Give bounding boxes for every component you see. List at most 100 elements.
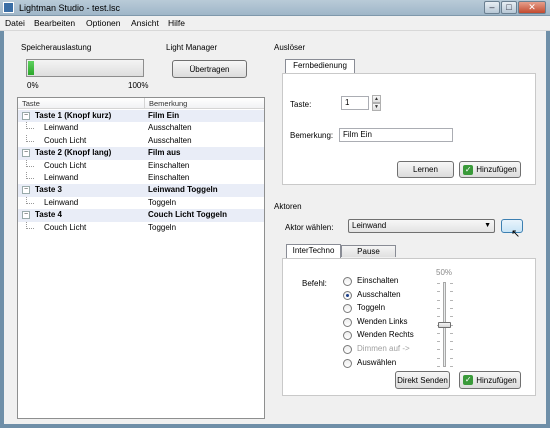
radio-label: Wenden Rechts	[357, 330, 414, 340]
menu-optionen[interactable]: Optionen	[86, 18, 121, 28]
list-group-row[interactable]: − Taste 3 Leinwand Toggeln	[18, 184, 264, 197]
collapse-icon[interactable]: −	[22, 149, 30, 158]
column-bemerkung[interactable]: Bemerkung	[149, 99, 187, 108]
collapse-icon[interactable]: −	[22, 186, 30, 195]
column-taste[interactable]: Taste	[22, 99, 40, 108]
column-separator[interactable]	[144, 98, 145, 109]
spin-down-icon[interactable]: ▼	[372, 103, 381, 111]
row-bemerkung-cell: Ausschalten	[148, 135, 192, 145]
row-taste-cell: Taste 1 (Knopf kurz)	[35, 111, 112, 120]
key-list[interactable]: Taste Bemerkung − Taste 1 (Knopf kurz) Fil…	[17, 97, 265, 419]
ausloeser-caption: Auslöser	[274, 43, 306, 52]
radio-label: Dimmen auf ->	[357, 344, 410, 353]
slider-tick	[450, 341, 453, 343]
list-group-row[interactable]: − Taste 1 (Knopf kurz) Film Ein	[18, 110, 264, 123]
tree-elbow	[26, 128, 34, 130]
progress-min-label: 0%	[27, 81, 39, 90]
bemerkung-label: Bemerkung:	[290, 131, 334, 140]
ausloeser-hinzufuegen-button[interactable]: ✓ Hinzufügen	[459, 161, 521, 178]
list-item[interactable]: Couch Licht Einschalten	[18, 159, 264, 172]
row-taste-cell: Taste 3	[35, 185, 62, 195]
tab-fernbedienung[interactable]: Fernbedienung	[285, 59, 355, 73]
uebertragen-button[interactable]: Übertragen	[172, 60, 247, 78]
slider-tick	[450, 349, 453, 351]
radio-label: Ausschalten	[357, 289, 401, 299]
row-bemerkung-cell: Einschalten	[148, 173, 190, 182]
minimize-button[interactable]: –	[484, 1, 500, 14]
tab-intertechno[interactable]: InterTechno	[286, 244, 341, 258]
list-group-row[interactable]: − Taste 4 Couch Licht Toggeln	[18, 209, 264, 222]
direkt-senden-label: Direkt Senden	[397, 375, 448, 385]
slider-tick	[450, 291, 453, 293]
slider-tick	[437, 291, 440, 293]
slider-value-label: 50%	[436, 268, 453, 277]
row-bemerkung-cell: Ausschalten	[148, 123, 192, 133]
collapse-icon[interactable]: −	[22, 211, 30, 220]
slider-tick	[450, 316, 453, 318]
slider-tick	[437, 349, 440, 351]
checkmark-icon: ✓	[463, 375, 474, 385]
list-item[interactable]: Leinwand Toggeln	[18, 196, 264, 209]
aktor-select[interactable]: Leinwand ▼	[348, 219, 495, 233]
row-taste-cell: Couch Licht	[44, 160, 87, 170]
list-item[interactable]: Leinwand Einschalten	[18, 172, 264, 184]
row-taste-cell: Leinwand	[44, 197, 79, 207]
row-bemerkung-cell: Toggeln	[148, 222, 177, 232]
menu-datei[interactable]: Datei	[5, 18, 25, 28]
list-group-row[interactable]: − Taste 2 (Knopf lang) Film aus	[18, 147, 264, 160]
direkt-senden-button[interactable]: Direkt Senden	[395, 371, 450, 389]
row-taste-cell: Leinwand	[44, 123, 79, 133]
menu-ansicht[interactable]: Ansicht	[131, 18, 159, 28]
list-item[interactable]: Leinwand Ausschalten	[18, 122, 264, 134]
tree-elbow	[26, 202, 34, 204]
aktoren-hinzufuegen-button[interactable]: ✓ Hinzufügen	[459, 371, 521, 389]
radio-button[interactable]	[343, 277, 352, 286]
radio-button[interactable]	[343, 290, 352, 300]
befehl-label: Befehl:	[302, 279, 327, 288]
radio-button[interactable]	[343, 358, 352, 368]
close-button[interactable]: ✕	[518, 1, 546, 14]
row-bemerkung-cell: Film Ein	[148, 111, 180, 120]
slider-tick	[450, 357, 453, 359]
list-header: Taste Bemerkung	[18, 98, 264, 109]
slider-tick	[437, 307, 440, 309]
row-taste-cell: Couch Licht	[44, 135, 87, 145]
list-item[interactable]: Couch Licht Toggeln	[18, 221, 264, 234]
row-taste-cell: Taste 2 (Knopf lang)	[35, 148, 112, 158]
aktoren-hinzufuegen-label: Hinzufügen	[476, 375, 517, 385]
speicher-caption: Speicherauslastung	[21, 43, 92, 52]
dimmer-slider-thumb[interactable]	[438, 321, 451, 328]
menu-bar: Datei Bearbeiten Optionen Ansicht Hilfe	[0, 16, 550, 31]
collapse-icon[interactable]: −	[22, 112, 30, 120]
taste-input[interactable]: 1	[341, 96, 369, 110]
ausloeser-hinzufuegen-label: Hinzufügen	[476, 165, 517, 174]
menu-bearbeiten[interactable]: Bearbeiten	[34, 18, 75, 28]
lernen-button[interactable]: Lernen	[397, 161, 454, 178]
window-title: Lightman Studio - test.lsc	[19, 3, 121, 13]
title-bar[interactable]: Lightman Studio - test.lsc – □ ✕	[0, 0, 550, 16]
aktoren-caption: Aktoren	[274, 202, 302, 211]
row-taste-cell: Leinwand	[44, 173, 79, 182]
radio-button	[343, 345, 352, 354]
radio-button[interactable]	[343, 317, 352, 327]
progress-max-label: 100%	[128, 81, 149, 90]
row-taste-cell: Taste 4	[35, 210, 62, 220]
radio-label: Toggeln	[357, 303, 386, 313]
menu-hilfe[interactable]: Hilfe	[168, 18, 185, 28]
row-bemerkung-cell: Couch Licht Toggeln	[148, 210, 227, 220]
tab-pause[interactable]: Pause	[341, 245, 396, 257]
spin-up-icon[interactable]: ▲	[372, 95, 381, 103]
uebertragen-label: Übertragen	[189, 64, 230, 74]
tree-elbow	[26, 165, 34, 167]
slider-tick	[437, 341, 440, 343]
slider-tick	[450, 366, 453, 367]
slider-tick	[437, 283, 440, 284]
radio-label: Auswählen	[357, 357, 397, 367]
slider-tick	[450, 332, 453, 334]
bemerkung-input[interactable]: Film Ein	[339, 128, 453, 142]
slider-tick	[450, 283, 453, 284]
slider-tick	[437, 366, 440, 367]
lernen-label: Lernen	[413, 165, 438, 174]
maximize-button[interactable]: □	[501, 1, 517, 14]
list-item[interactable]: Couch Licht Ausschalten	[18, 134, 264, 147]
